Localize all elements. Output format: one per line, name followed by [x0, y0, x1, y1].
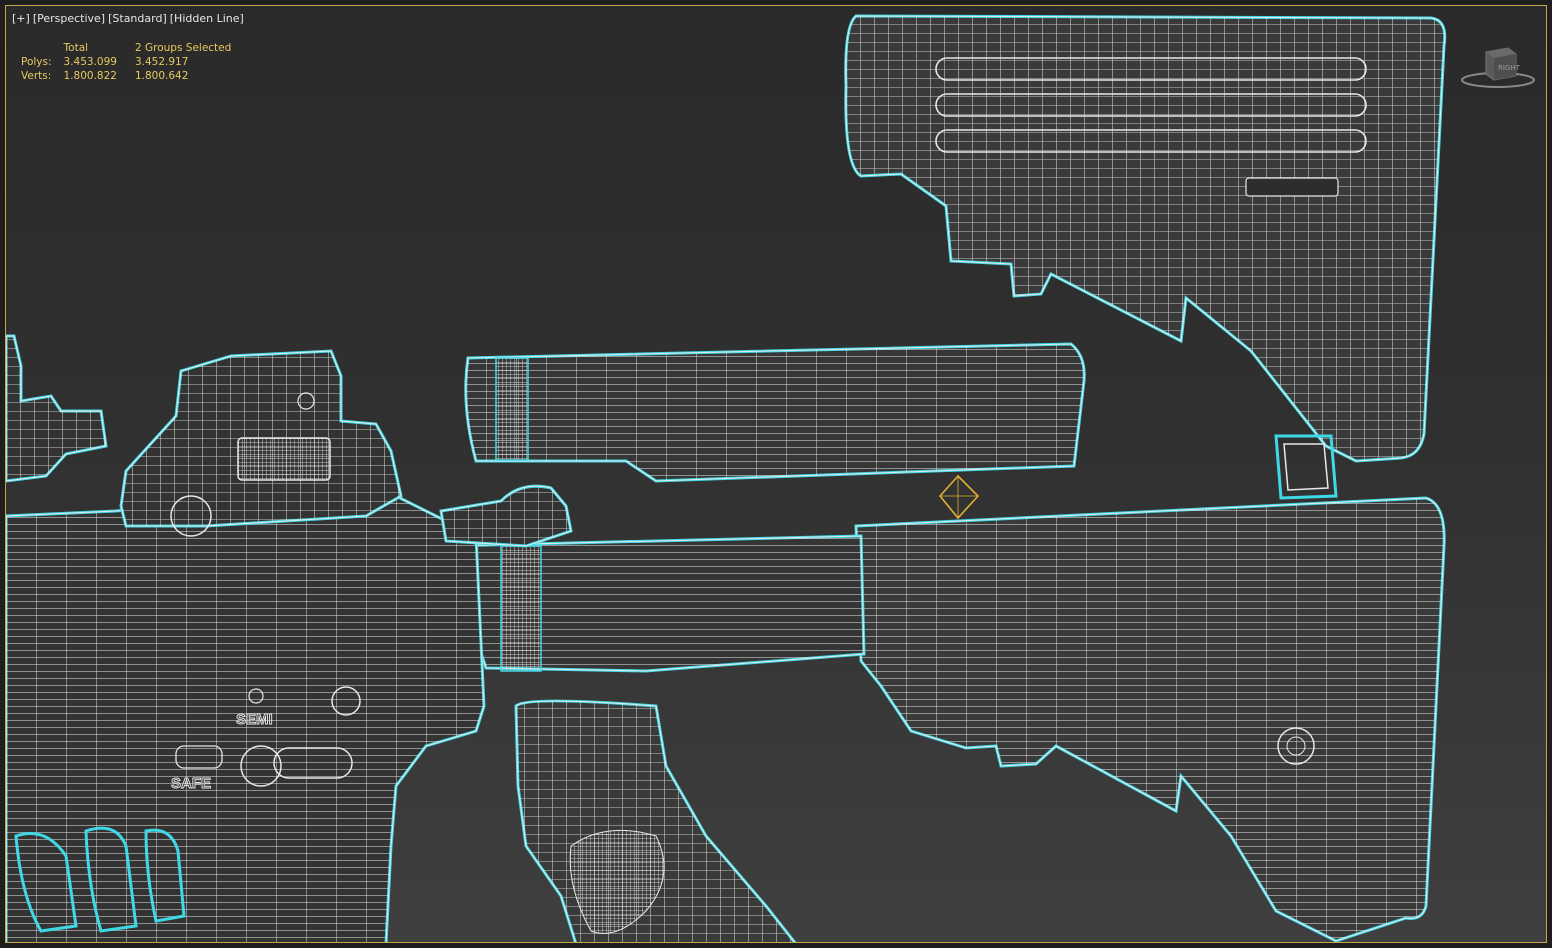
- pivot-gizmo-icon[interactable]: [938, 474, 980, 520]
- charging-handle-model[interactable]: [439, 484, 573, 548]
- viewport-perspective[interactable]: [+] [Perspective] [Standard] [Hidden Lin…: [5, 5, 1547, 943]
- wireframe-scene[interactable]: SEMI SAFE: [6, 6, 1547, 943]
- viewcube-face-label[interactable]: RIGHT: [1498, 64, 1521, 72]
- stats-header-selected: 2 Groups Selected: [134, 42, 232, 54]
- viewport-label-menu[interactable]: [+] [Perspective] [Standard] [Hidden Lin…: [12, 12, 244, 25]
- stats-polys-selected: 3.452.917: [134, 56, 189, 68]
- buffer-tube-model[interactable]: [464, 342, 1086, 483]
- pistol-grip-model[interactable]: [514, 699, 797, 943]
- selector-semi-label: SEMI: [236, 711, 273, 728]
- viewport-standard-label[interactable]: [Standard]: [108, 12, 167, 25]
- viewport-point-of-view-label[interactable]: [Perspective]: [33, 12, 105, 25]
- stats-verts-selected: 1.800.642: [134, 70, 189, 82]
- stats-header-total: Total: [63, 42, 89, 54]
- scene-statistics: Total 2 Groups Selected Polys: 3.453.099…: [21, 42, 249, 84]
- stats-header-blank: [21, 42, 64, 56]
- viewport-menu-plus[interactable]: [+]: [12, 12, 30, 25]
- selector-safe-label: SAFE: [171, 775, 211, 792]
- stats-verts-label: Verts:: [21, 70, 52, 82]
- stats-polys-total: 3.453.099: [63, 56, 117, 68]
- rear-sight-model[interactable]: [119, 349, 403, 537]
- front-sight-fragment[interactable]: [6, 334, 108, 483]
- viewport-shading-label[interactable]: [Hidden Line]: [170, 12, 244, 25]
- lower-receiver-model[interactable]: SEMI SAFE: [6, 494, 486, 943]
- stats-verts-total: 1.800.822: [63, 70, 117, 82]
- viewcube-navigation[interactable]: RIGHT: [1458, 40, 1538, 100]
- stats-polys-label: Polys:: [21, 56, 52, 68]
